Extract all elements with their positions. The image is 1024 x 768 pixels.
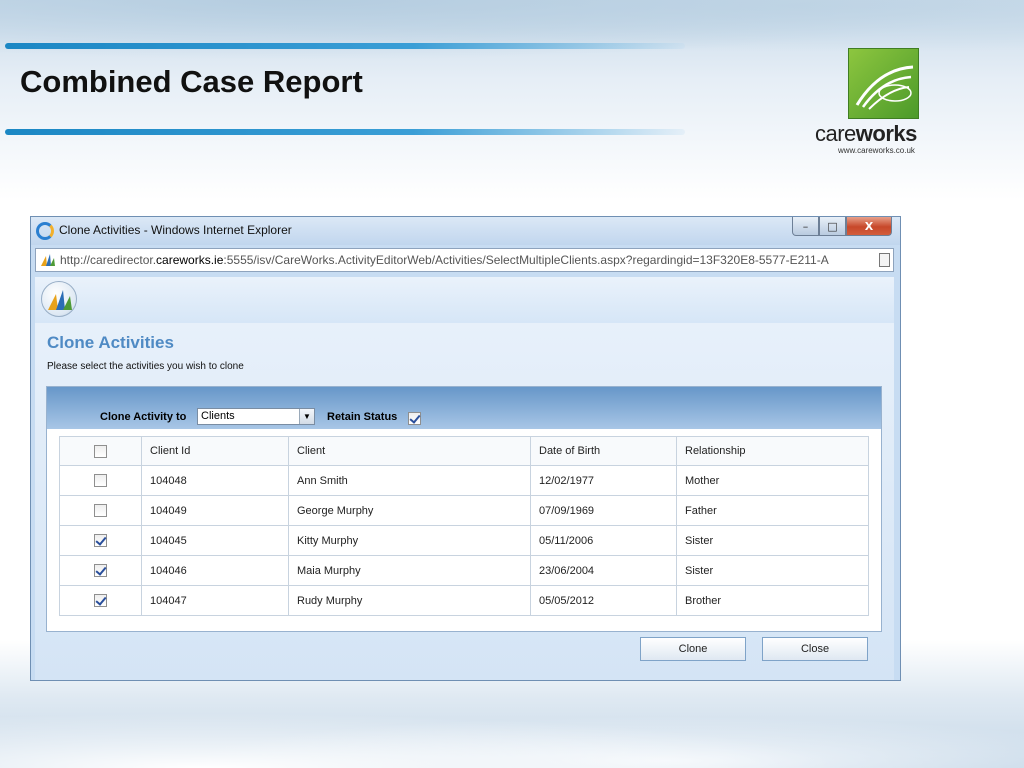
clone-activity-to-label: Clone Activity to: [100, 411, 187, 423]
careworks-logo-icon: [848, 48, 919, 119]
filter-bar: Clone Activity to Clients ▼ Retain Statu…: [47, 387, 881, 429]
date-of-birth-cell: 05/05/2012: [530, 585, 677, 616]
clients-table: Client Id Client Date of Birth Relations…: [59, 436, 869, 616]
window-titlebar[interactable]: Clone Activities - Windows Internet Expl…: [31, 217, 900, 245]
select-all-checkbox[interactable]: [94, 444, 107, 458]
dynamics-crm-icon: [41, 254, 55, 266]
client-id-cell: 104047: [141, 585, 289, 616]
internet-explorer-icon: [36, 222, 54, 240]
row-select-cell: [59, 555, 142, 586]
minimize-button[interactable]: –: [792, 217, 819, 236]
client-id-cell: 104049: [141, 495, 289, 526]
page-subtitle: Please select the activities you wish to…: [47, 361, 244, 372]
client-name-cell: Rudy Murphy: [288, 585, 531, 616]
date-of-birth-cell: 05/11/2006: [530, 525, 677, 556]
relationship-cell: Father: [676, 495, 869, 526]
table-header-row: Client Id Client Date of Birth Relations…: [59, 436, 869, 466]
date-of-birth-cell: 23/06/2004: [530, 555, 677, 586]
date-of-birth-cell: 07/09/1969: [530, 495, 677, 526]
page-heading: Clone Activities: [47, 333, 174, 352]
relationship-cell: Sister: [676, 525, 869, 556]
table-row: 104047 Rudy Murphy 05/05/2012 Brother: [59, 585, 869, 616]
clients-panel: Clone Activity to Clients ▼ Retain Statu…: [46, 386, 882, 632]
table-row: 104045 Kitty Murphy 05/11/2006 Sister: [59, 525, 869, 556]
client-name-cell: Kitty Murphy: [288, 525, 531, 556]
row-select-cell: [59, 495, 142, 526]
row-checkbox[interactable]: [94, 474, 107, 487]
ie-window: Clone Activities - Windows Internet Expl…: [30, 216, 901, 681]
crm-logo-icon: [41, 281, 77, 317]
slide-title: Combined Case Report: [20, 64, 363, 99]
client-name-cell: George Murphy: [288, 495, 531, 526]
chevron-down-icon[interactable]: ▼: [299, 409, 314, 424]
careworks-logo-url: www.careworks.co.uk: [838, 146, 915, 155]
client-name-cell: Ann Smith: [288, 465, 531, 496]
column-header-relationship[interactable]: Relationship: [676, 436, 869, 466]
relationship-cell: Sister: [676, 555, 869, 586]
row-select-cell: [59, 465, 142, 496]
close-window-button[interactable]: X: [846, 217, 892, 236]
row-checkbox[interactable]: [94, 534, 107, 547]
address-bar[interactable]: http://caredirector.careworks.ie:5555/is…: [35, 248, 894, 272]
address-url: http://caredirector.careworks.ie:5555/is…: [60, 253, 829, 267]
title-band-bottom: [5, 129, 685, 135]
retain-status-checkbox[interactable]: [408, 412, 421, 425]
row-checkbox[interactable]: [94, 564, 107, 577]
client-id-cell: 104045: [141, 525, 289, 556]
client-id-cell: 104046: [141, 555, 289, 586]
table-row: 104046 Maia Murphy 23/06/2004 Sister: [59, 555, 869, 586]
client-id-cell: 104048: [141, 465, 289, 496]
row-checkbox[interactable]: [94, 504, 107, 517]
window-title: Clone Activities - Windows Internet Expl…: [59, 223, 292, 237]
client-name-cell: Maia Murphy: [288, 555, 531, 586]
clone-target-select[interactable]: Clients ▼: [197, 408, 315, 425]
title-band-top: [5, 43, 685, 49]
careworks-logo-text: careworks: [815, 121, 917, 146]
row-select-cell: [59, 525, 142, 556]
retain-status-label: Retain Status: [327, 411, 398, 423]
close-button[interactable]: Close: [762, 637, 868, 661]
crm-toolbar: [35, 277, 894, 323]
select-all-cell: [59, 436, 142, 466]
page-content: Clone Activities Please select the activ…: [35, 323, 894, 680]
clone-target-value: Clients: [201, 410, 235, 422]
row-checkbox[interactable]: [94, 594, 107, 607]
table-row: 104049 George Murphy 07/09/1969 Father: [59, 495, 869, 526]
column-header-client-id[interactable]: Client Id: [141, 436, 289, 466]
window-controls: – □ X: [792, 217, 892, 237]
column-header-client[interactable]: Client: [288, 436, 531, 466]
table-row: 104048 Ann Smith 12/02/1977 Mother: [59, 465, 869, 496]
relationship-cell: Brother: [676, 585, 869, 616]
row-select-cell: [59, 585, 142, 616]
maximize-button[interactable]: □: [819, 217, 846, 236]
date-of-birth-cell: 12/02/1977: [530, 465, 677, 496]
relationship-cell: Mother: [676, 465, 869, 496]
clone-button[interactable]: Clone: [640, 637, 746, 661]
page-document-icon[interactable]: [879, 253, 890, 267]
column-header-date-of-birth[interactable]: Date of Birth: [530, 436, 677, 466]
